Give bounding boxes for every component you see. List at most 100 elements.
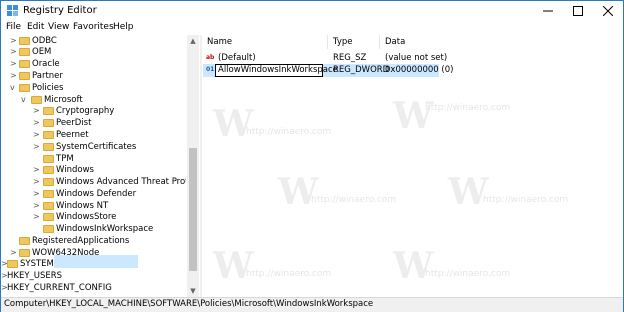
column-separator[interactable] <box>327 35 328 49</box>
collapse-arrow-icon[interactable]: v <box>10 82 18 94</box>
expand-arrow-icon[interactable]: > <box>10 46 18 58</box>
close-button[interactable] <box>593 1 623 21</box>
tree-item-label: Windows Defender <box>56 189 137 199</box>
string-value-icon: ab <box>206 54 215 61</box>
expand-arrow-icon[interactable]: > <box>10 247 18 259</box>
folder-icon <box>43 155 54 163</box>
column-header-type[interactable]: Type <box>333 37 353 47</box>
watermark-text: http://winaero.com <box>246 127 332 137</box>
tree-item-label: Peernet <box>56 130 89 140</box>
scrollbar-thumb[interactable] <box>189 148 197 271</box>
tree-item-label: SystemCertificates <box>56 142 137 152</box>
column-header-name[interactable]: Name <box>207 37 232 47</box>
folder-icon <box>43 190 54 198</box>
expand-arrow-icon[interactable]: > <box>33 164 41 176</box>
tree-item-label: WindowsInkWorkspace <box>56 224 154 234</box>
tree-item-label: Partner <box>32 71 63 81</box>
folder-icon <box>19 37 30 45</box>
maximize-icon <box>573 6 583 16</box>
folder-icon <box>43 202 54 210</box>
minimize-icon <box>543 10 553 12</box>
tree-item-label: WindowsStore <box>56 212 117 222</box>
value-row-allowwindowsinkworkspace[interactable]: 011 AllowWindowsInkWorkspace REG_DWORD 0… <box>203 64 453 77</box>
menu-help[interactable]: Help <box>113 22 134 32</box>
folder-icon <box>43 225 54 233</box>
value-name: (Default) <box>218 53 256 63</box>
status-bar: Computer\HKEY_LOCAL_MACHINE\SOFTWARE\Pol… <box>1 297 623 312</box>
column-separator[interactable] <box>379 35 380 49</box>
key-tree[interactable]: > ODBC > OEM > Oracle > Partner v Polici… <box>1 35 186 297</box>
values-list[interactable]: W W W W W W http://winaero.com http://wi… <box>203 35 623 297</box>
collapse-arrow-icon[interactable]: v <box>21 94 29 106</box>
tree-item-label: Windows Advanced Threat Protection <box>56 177 186 187</box>
tree-item-label: Cryptography <box>56 106 115 116</box>
folder-icon <box>19 84 30 92</box>
expand-arrow-icon[interactable]: > <box>33 211 41 223</box>
folder-icon <box>43 166 54 174</box>
registry-editor-app-icon <box>7 5 18 16</box>
rename-value-input[interactable]: AllowWindowsInkWorkspace <box>215 64 338 77</box>
folder-icon <box>7 260 18 268</box>
watermark-text: http://winaero.com <box>246 269 332 279</box>
watermark-logo: W <box>278 171 319 213</box>
watermark-text: http://winaero.com <box>311 195 397 205</box>
tree-item-label: OEM <box>32 47 52 57</box>
watermark-logo: W <box>213 245 254 287</box>
expand-arrow-icon[interactable]: > <box>33 129 41 141</box>
folder-icon <box>43 131 54 139</box>
expand-arrow-icon[interactable]: > <box>33 105 41 117</box>
value-type: REG_SZ <box>333 53 367 63</box>
tree-item-label: SYSTEM <box>20 259 54 269</box>
tree-item-label: HKEY_USERS <box>7 271 63 281</box>
status-path: Computer\HKEY_LOCAL_MACHINE\SOFTWARE\Pol… <box>4 299 374 309</box>
value-data: (value not set) <box>385 53 448 63</box>
expand-arrow-icon[interactable]: > <box>10 70 18 82</box>
menu-favorites[interactable]: Favorites <box>73 22 114 32</box>
close-icon <box>603 6 613 16</box>
folder-icon <box>43 178 54 186</box>
menu-bar: File Edit View Favorites Help <box>1 21 623 35</box>
value-data: 0x00000000 (0) <box>385 65 454 75</box>
expand-arrow-icon[interactable]: > <box>33 141 41 153</box>
pane-splitter[interactable] <box>200 35 202 297</box>
folder-icon <box>43 107 54 115</box>
watermark-logo: W <box>393 95 434 137</box>
tree-item-label: RegisteredApplications <box>32 236 130 246</box>
watermark-logo: W <box>393 245 434 287</box>
tree-vertical-scrollbar[interactable]: ▲ ▼ <box>187 35 199 297</box>
folder-icon <box>19 72 30 80</box>
tree-item-label: Policies <box>32 83 64 93</box>
watermark-text: http://winaero.com <box>483 195 569 205</box>
window-title: Registry Editor <box>23 5 97 16</box>
folder-icon <box>43 213 54 221</box>
watermark-text: http://winaero.com <box>425 269 511 279</box>
value-type: REG_DWORD <box>333 65 390 75</box>
folder-icon <box>19 237 30 245</box>
folder-icon <box>43 119 54 127</box>
watermark-logo: W <box>448 171 489 213</box>
expand-arrow-icon[interactable]: > <box>33 188 41 200</box>
expand-arrow-icon[interactable]: > <box>33 176 41 188</box>
tree-item-label: Oracle <box>32 59 60 69</box>
tree-item-label: PeerDist <box>56 118 92 128</box>
scroll-down-arrow-icon[interactable]: ▼ <box>187 285 199 297</box>
maximize-button[interactable] <box>563 1 593 21</box>
menu-edit[interactable]: Edit <box>27 22 44 32</box>
registry-editor-window: Registry Editor File Edit View Favorites… <box>0 0 624 312</box>
title-bar[interactable]: Registry Editor <box>1 1 623 21</box>
scroll-up-arrow-icon[interactable]: ▲ <box>187 35 199 47</box>
tree-item-label: HKEY_CURRENT_CONFIG <box>7 283 112 293</box>
minimize-button[interactable] <box>533 1 563 21</box>
watermark-text: http://winaero.com <box>425 103 511 113</box>
tree-item-label: Windows <box>56 165 94 175</box>
folder-icon <box>43 143 54 151</box>
column-header-data[interactable]: Data <box>385 37 405 47</box>
watermark-logo: W <box>213 103 254 145</box>
expand-arrow-icon[interactable]: > <box>10 58 18 70</box>
menu-view[interactable]: View <box>48 22 69 32</box>
folder-icon <box>19 249 30 257</box>
expand-arrow-icon[interactable]: > <box>33 117 41 129</box>
folder-icon <box>19 48 30 56</box>
menu-file[interactable]: File <box>6 22 21 32</box>
folder-icon <box>19 60 30 68</box>
